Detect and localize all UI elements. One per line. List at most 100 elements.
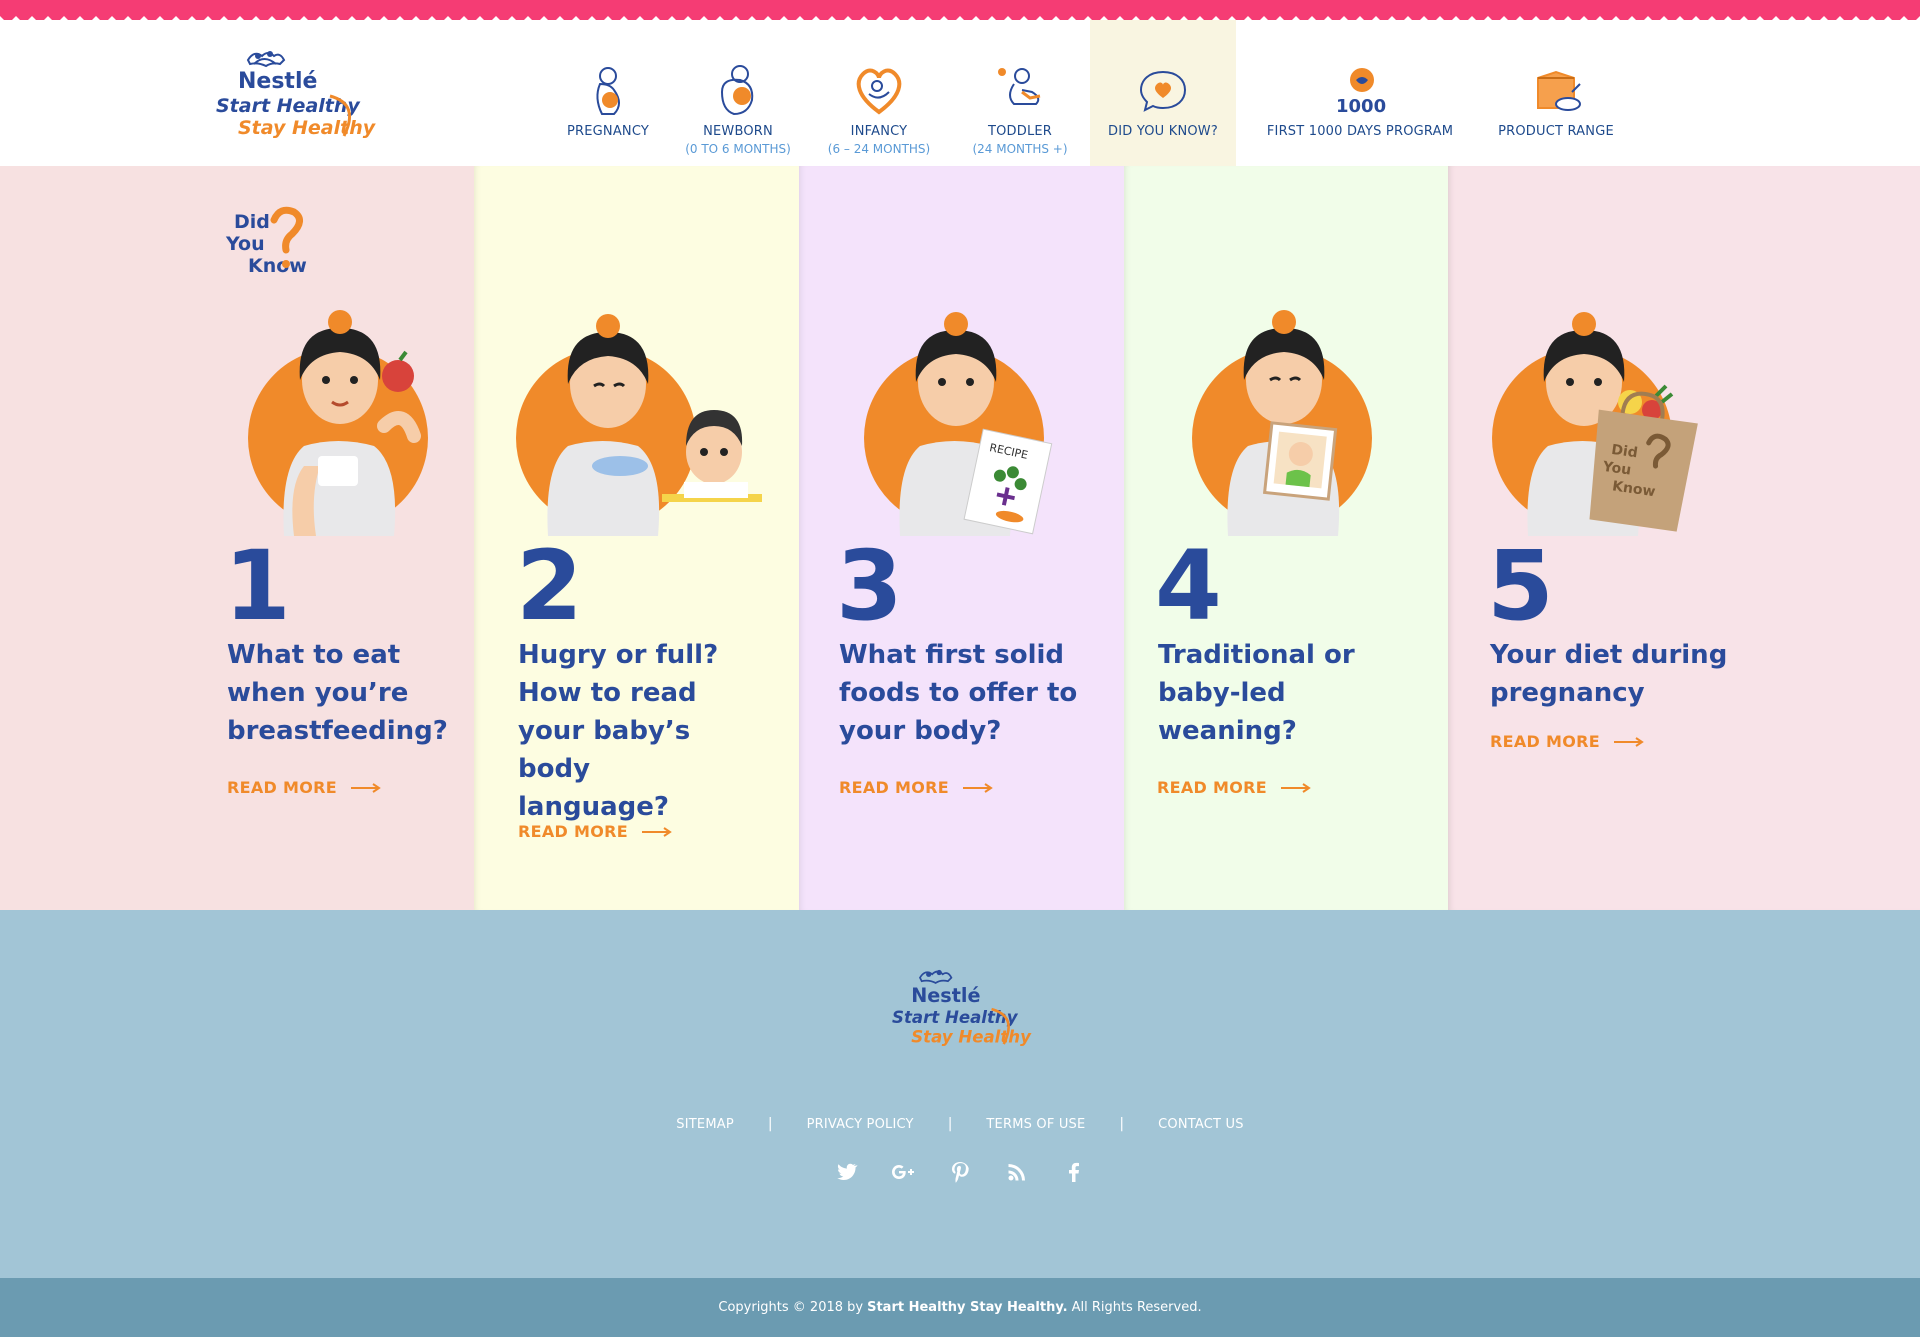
card-number: 5 [1487, 530, 1554, 642]
nav-item-newborn[interactable]: NEWBORN (0 TO 6 MONTHS) [668, 20, 808, 166]
title-line: foods to offer to [839, 678, 1078, 708]
card-number: 3 [836, 530, 903, 642]
card-number: 1 [224, 530, 291, 642]
mom-apple-illustration [248, 310, 428, 536]
mom-grocery-bag-illustration: Did You Know [1492, 312, 1698, 536]
nav-label: INFANCY [850, 124, 908, 139]
facebook-icon[interactable] [1062, 1160, 1086, 1184]
read-more-label: READ MORE [1157, 778, 1267, 797]
svg-text:1000: 1000 [1336, 96, 1386, 117]
footer-link-privacy-policy[interactable]: PRIVACY POLICY [807, 1117, 914, 1132]
title-line: baby-led [1158, 678, 1286, 708]
svg-text:Nestlé: Nestlé [238, 69, 317, 94]
copyright-bar: Copyrights © 2018 by Start Healthy Stay … [0, 1278, 1920, 1337]
twitter-icon[interactable] [834, 1160, 858, 1184]
copyright-text: All Rights Reserved. [1071, 1300, 1202, 1315]
title-line: What first solid [839, 640, 1065, 670]
nav-label: DID YOU KNOW? [1108, 124, 1218, 139]
site-footer: Nestlé Start Healthy Stay Healthy SITEMA… [0, 910, 1920, 1278]
nav-item-product-range[interactable]: PRODUCT RANGE [1484, 20, 1628, 166]
title-line: when you’re [227, 678, 409, 708]
arrow-right-icon [962, 782, 993, 793]
toddler-icon [998, 68, 1041, 105]
nav-label: PRODUCT RANGE [1498, 124, 1614, 139]
read-more-link[interactable]: READ MORE [518, 822, 672, 841]
title-line: How to read [518, 678, 697, 708]
card-number: 2 [516, 530, 583, 642]
read-more-label: READ MORE [1490, 732, 1600, 751]
footer-nestle-logo[interactable]: Nestlé Start Healthy Stay Healthy [886, 962, 1036, 1058]
main-nav: PREGNANCY NEWBORN (0 TO 6 MONTHS) INFANC… [548, 20, 1628, 166]
read-more-link[interactable]: READ MORE [1490, 732, 1644, 751]
nest-birds-icon [918, 969, 953, 984]
footer-link-contact-us[interactable]: CONTACT US [1158, 1117, 1244, 1132]
read-more-link[interactable]: READ MORE [839, 778, 993, 797]
pregnancy-icon [596, 67, 620, 115]
title-line: weaning? [1158, 716, 1297, 746]
nav-item-pregnancy[interactable]: PREGNANCY [548, 20, 668, 166]
footer-link-terms-of-use[interactable]: TERMS OF USE [986, 1117, 1085, 1132]
nav-label: FIRST 1000 DAYS PROGRAM [1266, 124, 1454, 139]
svg-text:Know: Know [248, 255, 307, 277]
card-title[interactable]: What to eat when you’re breastfeeding? [227, 636, 472, 750]
product-box-icon [1537, 70, 1581, 111]
read-more-label: READ MORE [227, 778, 337, 797]
read-more-label: READ MORE [518, 822, 628, 841]
footer-link-sitemap[interactable]: SITEMAP [676, 1117, 734, 1132]
nav-label: NEWBORN [703, 124, 773, 139]
copyright-text: Copyrights © 2018 by [718, 1300, 864, 1315]
link-separator: | [947, 1116, 953, 1132]
svg-text:Nestlé: Nestlé [911, 984, 980, 1007]
card-title[interactable]: What first solid foods to offer to your … [839, 636, 1084, 750]
mom-recipe-illustration: RECIPE [864, 312, 1053, 536]
first-1000-days-icon: 1000 [1336, 68, 1386, 117]
site-header: Nestlé Start Healthy Stay Healthy PREGNA… [0, 20, 1920, 166]
nav-item-toddler[interactable]: TODDLER (24 MONTHS +) [950, 20, 1090, 166]
did-you-know-logo: Did You Know [225, 206, 307, 277]
nav-item-first-1000-days[interactable]: 1000 FIRST 1000 DAYS PROGRAM [1236, 20, 1484, 166]
nav-item-infancy[interactable]: INFANCY (6 – 24 MONTHS) [808, 20, 950, 166]
social-links [0, 1160, 1920, 1184]
copyright-brand: Start Healthy Stay Healthy. [867, 1300, 1068, 1315]
link-separator: | [1119, 1116, 1125, 1132]
mom-baby-photo-illustration [1192, 310, 1372, 536]
title-line: Traditional or [1158, 640, 1355, 670]
title-line: Hugry or full? [518, 640, 719, 670]
svg-text:You: You [225, 233, 265, 255]
title-line: breastfeeding? [227, 716, 448, 746]
svg-text:Did: Did [234, 211, 270, 233]
nav-sub: (0 TO 6 MONTHS) [685, 142, 791, 156]
pinterest-icon[interactable] [948, 1160, 972, 1184]
arrow-right-icon [350, 782, 381, 793]
read-more-link[interactable]: READ MORE [1157, 778, 1311, 797]
title-line: language? [518, 792, 669, 822]
card-title[interactable]: Your diet during pregnancy [1490, 636, 1750, 712]
svg-text:Stay Healthy: Stay Healthy [238, 117, 377, 139]
read-more-label: READ MORE [839, 778, 949, 797]
footer-links: SITEMAP | PRIVACY POLICY | TERMS OF USE … [0, 1116, 1920, 1132]
nest-birds-icon [246, 51, 286, 68]
infancy-heart-icon [856, 68, 902, 115]
speech-bubble-heart-icon [1139, 70, 1187, 112]
arrow-right-icon [641, 826, 672, 837]
nav-sub: (24 MONTHS +) [972, 142, 1068, 156]
title-line: Your diet during [1490, 640, 1728, 670]
nav-sub: (6 – 24 MONTHS) [827, 142, 931, 156]
title-line: your body? [839, 716, 1002, 746]
nav-item-did-you-know[interactable]: DID YOU KNOW? [1090, 20, 1236, 166]
read-more-link[interactable]: READ MORE [227, 778, 381, 797]
arrow-right-icon [1280, 782, 1311, 793]
did-you-know-section: Did You Know 1 What to eat when you’re b… [0, 166, 1920, 910]
title-line: What to eat [227, 640, 401, 670]
nav-label: TODDLER [987, 124, 1053, 139]
link-separator: | [767, 1116, 773, 1132]
card-title[interactable]: Hugry or full? How to read your baby’s b… [518, 636, 763, 826]
nestle-logo[interactable]: Nestlé Start Healthy Stay Healthy [210, 42, 380, 152]
card-number: 4 [1155, 530, 1222, 642]
card-title[interactable]: Traditional or baby-led weaning? [1158, 636, 1403, 750]
newborn-icon [720, 65, 754, 116]
google-plus-icon[interactable] [891, 1160, 915, 1184]
rss-icon[interactable] [1005, 1160, 1029, 1184]
arrow-right-icon [1613, 736, 1644, 747]
title-line: your baby’s body [518, 716, 691, 784]
